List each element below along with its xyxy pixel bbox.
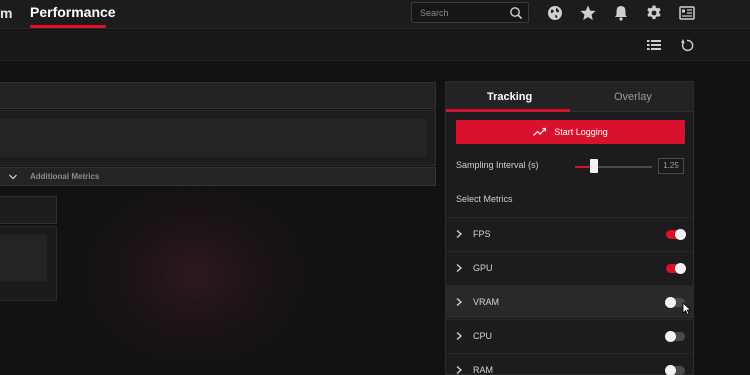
globe-icon[interactable] (546, 4, 564, 22)
metric-label: RAM (473, 365, 493, 375)
panel-tabs: Tracking Overlay (446, 82, 693, 112)
metric-row-cpu[interactable]: CPU (446, 319, 693, 352)
metric-row-vram[interactable]: VRAM (446, 285, 693, 318)
chevron-down-icon (9, 174, 17, 180)
list-view-icon[interactable] (647, 38, 661, 52)
toggle-knob (675, 229, 686, 240)
metric-row-gpu[interactable]: GPU (446, 251, 693, 284)
background-artwork (80, 180, 310, 370)
toggle-knob (665, 297, 676, 308)
toggle-knob (665, 331, 676, 342)
sub-toolbar (0, 30, 750, 61)
start-logging-button[interactable]: Start Logging (456, 120, 685, 144)
toggle-knob (665, 365, 676, 375)
chevron-right-icon[interactable] (455, 331, 463, 341)
metric-label: GPU (473, 263, 493, 273)
metrics-panel-inner (0, 119, 427, 157)
search-box[interactable] (411, 2, 529, 23)
metric-label: FPS (473, 229, 491, 239)
select-metrics-label: Select Metrics (456, 194, 513, 204)
metric-label: CPU (473, 331, 493, 341)
metric-toggle-fps[interactable] (666, 229, 686, 240)
additional-metrics-toggle[interactable]: Additional Metrics (0, 167, 436, 186)
metric-toggle-cpu[interactable] (665, 331, 685, 342)
chevron-right-icon[interactable] (455, 297, 463, 307)
tab-tracking[interactable]: Tracking (487, 91, 532, 103)
gear-icon[interactable] (645, 4, 663, 22)
sampling-interval-slider[interactable] (575, 166, 652, 168)
toggle-knob (675, 263, 686, 274)
star-icon[interactable] (579, 4, 597, 22)
tab-partial[interactable]: m (0, 5, 12, 21)
sampling-interval-label: Sampling Interval (s) (456, 160, 539, 170)
metric-card-inner (0, 235, 47, 281)
metric-card (0, 196, 57, 224)
tracking-panel: Tracking Overlay Start Logging Sampling … (445, 81, 694, 375)
additional-metrics-label: Additional Metrics (30, 172, 100, 181)
active-tab-indicator (446, 109, 570, 112)
metrics-header-panel (0, 82, 436, 109)
metric-row-fps[interactable]: FPS (446, 217, 693, 250)
sampling-interval-value[interactable]: 1.25 (658, 158, 684, 174)
top-navigation-bar: m Performance (0, 0, 750, 29)
bell-icon[interactable] (612, 4, 630, 22)
metric-toggle-ram[interactable] (665, 365, 685, 375)
tab-overlay[interactable]: Overlay (614, 91, 652, 103)
reset-icon[interactable] (680, 38, 694, 52)
mouse-cursor-icon (682, 302, 692, 316)
active-tab-indicator (30, 25, 106, 28)
metric-toggle-gpu[interactable] (666, 263, 686, 274)
account-panel-icon[interactable] (678, 4, 696, 22)
chevron-right-icon[interactable] (455, 365, 463, 375)
trend-chart-icon (533, 127, 547, 136)
slider-thumb[interactable] (590, 159, 598, 173)
chevron-right-icon[interactable] (455, 229, 463, 239)
search-input[interactable] (420, 6, 510, 20)
start-logging-label: Start Logging (554, 127, 608, 137)
chevron-right-icon[interactable] (455, 263, 463, 273)
tab-performance[interactable]: Performance (30, 4, 116, 20)
metric-row-ram[interactable]: RAM (446, 353, 693, 375)
metric-label: VRAM (473, 297, 500, 307)
search-icon[interactable] (509, 6, 523, 20)
